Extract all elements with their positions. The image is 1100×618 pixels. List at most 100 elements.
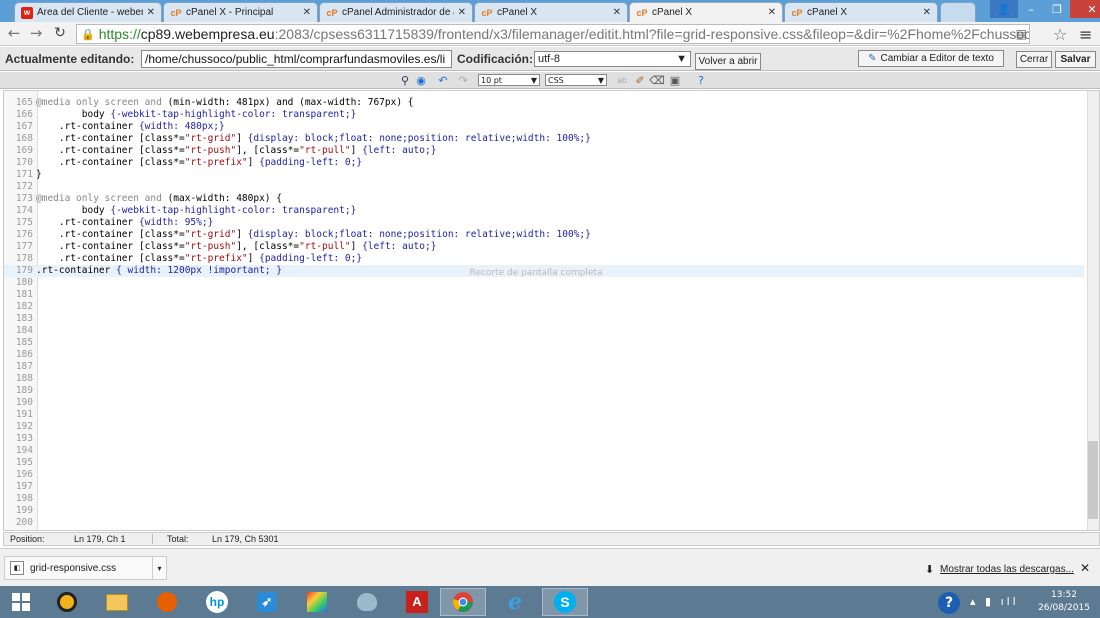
line-number: 196	[15, 469, 33, 480]
close-window-icon[interactable]: ✕	[1070, 0, 1100, 18]
code-line[interactable]: 168 .rt-container [class*="rt-grid"] {di…	[4, 133, 1084, 145]
code-line[interactable]: 173 @media only screen and (max-width: 48…	[4, 193, 1084, 205]
code-line[interactable]: 166 body {-webkit-tap-highlight-color: t…	[4, 109, 1084, 121]
close-editor-button[interactable]: Cerrar	[1016, 51, 1052, 68]
chevron-down-icon[interactable]: ▾	[152, 557, 166, 579]
code-line[interactable]: 175 .rt-container {width: 95%;}	[4, 217, 1084, 229]
code-editor[interactable]: 165 @media only screen and (min-width: 48…	[3, 90, 1100, 531]
code-line[interactable]: 178 .rt-container [class*="rt-prefix"] {…	[4, 253, 1084, 265]
code-line[interactable]: 181	[4, 289, 1084, 301]
code-line[interactable]: 194	[4, 445, 1084, 457]
code-line[interactable]: 182	[4, 301, 1084, 313]
reset-icon[interactable]: ⌫	[649, 74, 665, 87]
code-line[interactable]: 183	[4, 313, 1084, 325]
tab-close-icon[interactable]: ✕	[613, 7, 621, 18]
hp-icon[interactable]: hp	[194, 588, 240, 616]
reopen-button[interactable]: Volver a abrir	[695, 53, 761, 70]
show-all-downloads-link[interactable]: Mostrar todas las descargas...	[940, 564, 1074, 575]
browser-tab[interactable]: w Área del Cliente - webemp ✕	[14, 2, 162, 22]
browser-tab[interactable]: cP cPanel Administrador de a ✕	[319, 2, 473, 22]
tab-close-icon[interactable]: ✕	[147, 7, 155, 18]
find-icon[interactable]: ⚲	[398, 74, 412, 87]
save-button[interactable]: Salvar	[1055, 51, 1096, 68]
code-line[interactable]: 196	[4, 469, 1084, 481]
system-tray-icons[interactable]: ▴ ▮ ıll	[970, 595, 1019, 608]
code-line[interactable]: 190	[4, 397, 1084, 409]
media-player-icon[interactable]	[44, 588, 90, 616]
firefox-icon[interactable]	[144, 588, 190, 616]
code-line[interactable]: 198	[4, 493, 1084, 505]
photo-app-icon[interactable]	[294, 588, 340, 616]
tab-close-icon[interactable]: ✕	[768, 7, 776, 18]
help-tray-icon[interactable]: ?	[938, 592, 960, 614]
adobe-reader-icon[interactable]: A	[394, 588, 440, 616]
spellcheck-icon[interactable]: ab	[616, 74, 628, 87]
paint-icon[interactable]	[344, 588, 390, 616]
browser-tab[interactable]: cP cPanel X ✕	[474, 2, 628, 22]
chevron-down-icon: ▼	[530, 75, 537, 85]
restore-icon[interactable]: ❐	[1044, 0, 1070, 18]
chrome-taskbar-icon[interactable]	[440, 588, 486, 616]
vertical-scrollbar[interactable]	[1087, 91, 1099, 530]
bookmark-star-icon[interactable]: ☆	[1053, 25, 1067, 44]
code-line[interactable]: 189	[4, 385, 1084, 397]
code-line[interactable]: 191	[4, 409, 1084, 421]
clock-time: 13:52	[1051, 590, 1077, 600]
code-line[interactable]: 177 .rt-container [class*="rt-push"], [c…	[4, 241, 1084, 253]
code-line[interactable]: 197	[4, 481, 1084, 493]
code-line[interactable]: 170 .rt-container [class*="rt-prefix"] {…	[4, 157, 1084, 169]
code-line[interactable]: 184	[4, 325, 1084, 337]
forward-arrow-icon[interactable]: →	[26, 24, 46, 42]
code-line[interactable]: 176 .rt-container [class*="rt-grid"] {di…	[4, 229, 1084, 241]
browser-tab[interactable]: cP cPanel X - Principal ✕	[163, 2, 318, 22]
fullscreen-icon[interactable]: ▣	[669, 74, 681, 87]
code-line[interactable]: 187	[4, 361, 1084, 373]
browser-tab[interactable]: cP cPanel X ✕	[784, 2, 938, 22]
syntax-select[interactable]: CSS ▼	[545, 74, 607, 86]
download-item[interactable]: ◧ grid-responsive.css ▾	[4, 556, 167, 580]
redo-icon[interactable]: ↷	[456, 74, 470, 87]
code-line[interactable]: 192	[4, 421, 1084, 433]
file-explorer-icon[interactable]	[94, 588, 140, 616]
code-line[interactable]: 167 .rt-container {width: 480px;}	[4, 121, 1084, 133]
undo-icon[interactable]: ↶	[436, 74, 450, 87]
code-line[interactable]: 195	[4, 457, 1084, 469]
taskbar-clock[interactable]: 13:52 26/08/2015	[1034, 589, 1094, 615]
code-line[interactable]: 165 @media only screen and (min-width: 48…	[4, 97, 1084, 109]
scrollbar-thumb[interactable]	[1088, 441, 1098, 519]
font-size-select[interactable]: 10 pt ▼	[478, 74, 540, 86]
code-line[interactable]: 185	[4, 337, 1084, 349]
code-line[interactable]: 200	[4, 517, 1084, 529]
file-path-field[interactable]: /home/chussoco/public_html/comprarfundas…	[141, 50, 452, 68]
translate-icon[interactable]: ▤	[1016, 27, 1027, 41]
skype-icon[interactable]: S	[542, 588, 588, 616]
code-line[interactable]: 188	[4, 373, 1084, 385]
switch-to-text-editor-button[interactable]: ✎ Cambiar a Editor de texto	[858, 50, 1004, 67]
chrome-menu-icon[interactable]: ≡	[1079, 25, 1092, 44]
user-profile-icon[interactable]: 👤	[990, 0, 1018, 18]
tab-close-icon[interactable]: ✕	[923, 7, 931, 18]
encoding-select[interactable]: utf-8 ▼	[534, 51, 691, 67]
code-line[interactable]: 172	[4, 181, 1084, 193]
help-icon[interactable]: ?	[695, 74, 707, 87]
address-bar[interactable]: 🔒 https://cp89.webempresa.eu:2083/cpsess…	[76, 24, 1030, 44]
highlight-icon[interactable]: ✐	[634, 74, 646, 87]
tab-close-icon[interactable]: ✕	[303, 7, 311, 18]
goto-icon[interactable]: ◉	[414, 74, 428, 87]
code-line[interactable]: 174 body {-webkit-tap-highlight-color: t…	[4, 205, 1084, 217]
code-line[interactable]: 199	[4, 505, 1084, 517]
windows-start-icon[interactable]	[0, 588, 42, 616]
code-line[interactable]: 186	[4, 349, 1084, 361]
code-line[interactable]: 171}	[4, 169, 1084, 181]
internet-explorer-icon[interactable]: e	[492, 588, 538, 616]
close-download-shelf-icon[interactable]: ✕	[1080, 561, 1090, 575]
browser-tab-active[interactable]: cP cPanel X ✕	[629, 2, 783, 22]
tab-close-icon[interactable]: ✕	[458, 7, 466, 18]
reload-icon[interactable]: ↻	[50, 25, 70, 41]
code-line[interactable]: 169 .rt-container [class*="rt-push"], [c…	[4, 145, 1084, 157]
back-arrow-icon[interactable]: ←	[4, 24, 24, 42]
minimize-icon[interactable]: –	[1018, 0, 1044, 18]
code-line[interactable]: 193	[4, 433, 1084, 445]
rocket-app-icon[interactable]: ➶	[244, 588, 290, 616]
new-tab-button[interactable]	[940, 2, 976, 22]
